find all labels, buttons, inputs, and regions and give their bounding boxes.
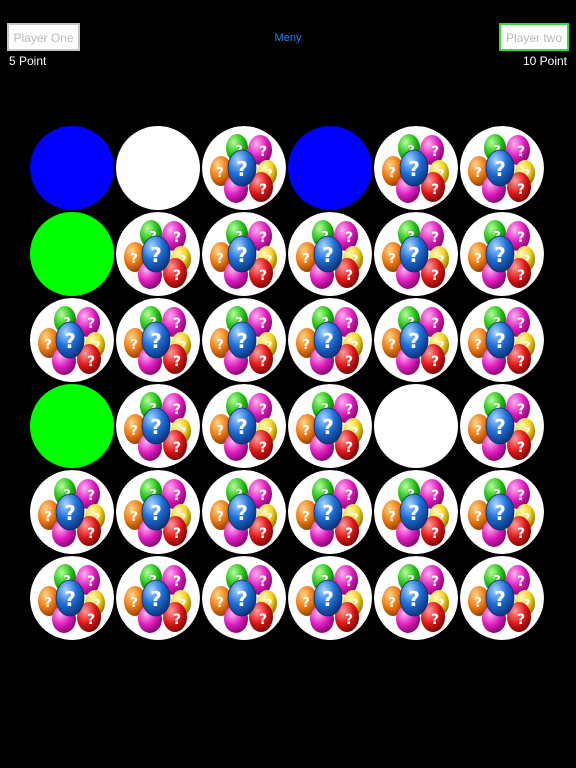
card-hidden[interactable] [374,556,458,640]
easter-eggs-question-icon [288,212,372,296]
card-hidden[interactable] [202,298,286,382]
card-hidden[interactable] [460,212,544,296]
easter-eggs-question-icon [460,212,544,296]
card-hidden[interactable] [460,556,544,640]
card-hidden[interactable] [460,384,544,468]
easter-eggs-question-icon [202,298,286,382]
easter-eggs-question-icon [202,212,286,296]
card-hidden[interactable] [374,212,458,296]
player-one-score: 5 Point [9,54,47,68]
easter-eggs-question-icon [116,556,200,640]
player-two-score: 10 Point [522,54,567,68]
card-hidden[interactable] [116,470,200,554]
easter-eggs-question-icon [30,470,114,554]
card-hidden[interactable] [202,212,286,296]
easter-eggs-question-icon [116,384,200,468]
card-hidden[interactable] [30,470,114,554]
easter-eggs-question-icon [202,126,286,210]
easter-eggs-question-icon [202,556,286,640]
easter-eggs-question-icon [460,126,544,210]
easter-eggs-question-icon [202,470,286,554]
easter-eggs-question-icon [374,126,458,210]
card-revealed-white[interactable] [374,384,458,468]
card-hidden[interactable] [202,470,286,554]
easter-eggs-question-icon [374,470,458,554]
easter-eggs-question-icon [116,212,200,296]
card-revealed-green[interactable] [30,384,114,468]
easter-eggs-question-icon [288,470,372,554]
easter-eggs-question-icon [30,556,114,640]
card-hidden[interactable] [116,298,200,382]
player-two-button[interactable]: Player two [499,23,569,51]
card-hidden[interactable] [30,298,114,382]
card-hidden[interactable] [374,126,458,210]
card-hidden[interactable] [116,556,200,640]
easter-eggs-question-icon [460,384,544,468]
card-hidden[interactable] [288,298,372,382]
card-revealed-green[interactable] [30,212,114,296]
card-revealed-blue[interactable] [288,126,372,210]
card-hidden[interactable] [460,126,544,210]
card-revealed-blue[interactable] [30,126,114,210]
easter-eggs-question-icon [288,384,372,468]
easter-eggs-question-icon [460,470,544,554]
player-one-button[interactable]: Player One [7,23,80,51]
card-hidden[interactable] [374,298,458,382]
menu-link[interactable]: Meny [238,31,338,45]
easter-eggs-question-icon [374,298,458,382]
card-hidden[interactable] [116,384,200,468]
card-hidden[interactable] [30,556,114,640]
card-hidden[interactable] [460,298,544,382]
game-board [30,126,546,642]
card-hidden[interactable] [116,212,200,296]
card-hidden[interactable] [374,470,458,554]
card-hidden[interactable] [202,556,286,640]
easter-eggs-question-icon [460,556,544,640]
easter-eggs-question-icon [202,384,286,468]
easter-eggs-question-icon [374,556,458,640]
easter-eggs-question-icon [30,298,114,382]
card-revealed-white[interactable] [116,126,200,210]
card-hidden[interactable] [288,556,372,640]
card-hidden[interactable] [460,470,544,554]
card-hidden[interactable] [288,470,372,554]
easter-eggs-question-icon [374,212,458,296]
easter-eggs-question-icon [460,298,544,382]
card-hidden[interactable] [202,126,286,210]
card-hidden[interactable] [288,212,372,296]
easter-eggs-question-icon [288,298,372,382]
card-hidden[interactable] [288,384,372,468]
card-hidden[interactable] [202,384,286,468]
easter-eggs-question-icon [288,556,372,640]
easter-eggs-question-icon [116,298,200,382]
easter-eggs-question-icon [116,470,200,554]
